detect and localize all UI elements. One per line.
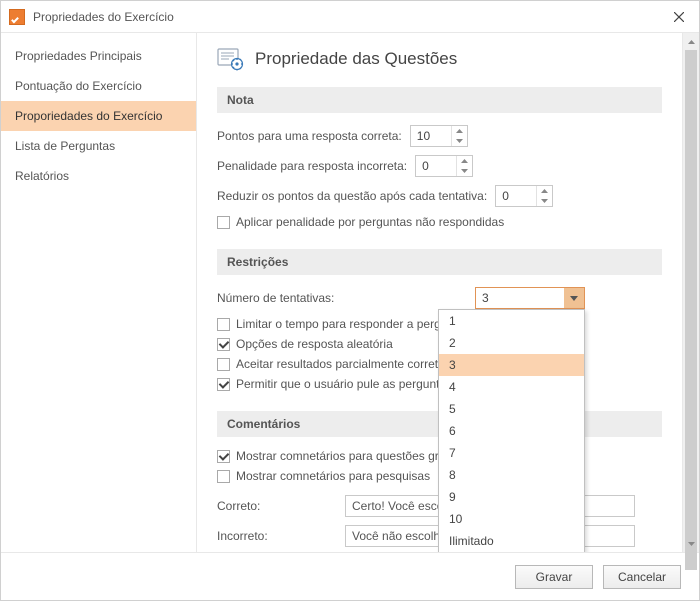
content-wrap: Propriedade das Questões Nota Pontos par… xyxy=(197,33,699,552)
attempts-option-8[interactable]: 8 xyxy=(439,464,584,486)
apply-penalty-label: Aplicar penalidade por perguntas não res… xyxy=(236,215,504,229)
correct-label: Correto: xyxy=(217,499,337,513)
scroll-thumb[interactable] xyxy=(685,50,697,570)
apply-penalty-row: Aplicar penalidade por perguntas não res… xyxy=(217,215,662,229)
penalty-spinner xyxy=(456,156,472,176)
points-input-wrap xyxy=(410,125,468,147)
reduce-spin-up[interactable] xyxy=(537,186,552,196)
partial-checkbox[interactable] xyxy=(217,358,230,371)
dialog-window: Propriedades do Exercício Propriedades P… xyxy=(0,0,700,601)
attempts-option-1[interactable]: 1 xyxy=(439,310,584,332)
incorrect-label: Incorreto: xyxy=(217,529,337,543)
penalty-spin-down[interactable] xyxy=(457,166,472,176)
close-icon xyxy=(674,12,684,22)
close-button[interactable] xyxy=(659,1,699,32)
reduce-spinner xyxy=(536,186,552,206)
content: Propriedade das Questões Nota Pontos par… xyxy=(197,33,682,552)
app-icon xyxy=(9,9,25,25)
attempts-option-unlimited[interactable]: Ilimitado xyxy=(439,530,584,552)
scroll-up-button[interactable] xyxy=(683,33,699,50)
sidebar-item-exercise-properties[interactable]: Proporiedades do Exercício xyxy=(1,101,196,131)
section-heading-nota: Nota xyxy=(217,87,662,113)
dialog-footer: Gravar Cancelar xyxy=(1,552,699,600)
attempts-option-5[interactable]: 5 xyxy=(439,398,584,420)
attempts-dropdown[interactable]: 3 xyxy=(475,287,585,309)
reduce-input-wrap xyxy=(495,185,553,207)
limit-time-label: Limitar o tempo para responder a pergunt… xyxy=(236,317,467,331)
attempts-option-4[interactable]: 4 xyxy=(439,376,584,398)
attempts-label: Número de tentativas: xyxy=(217,291,467,305)
penalty-label: Penalidade para resposta incorreta: xyxy=(217,159,407,173)
page-title: Propriedade das Questões xyxy=(255,49,457,69)
page-header-icon xyxy=(217,47,245,71)
field-points: Pontos para uma resposta correta: xyxy=(217,125,662,147)
penalty-input[interactable] xyxy=(416,156,456,176)
points-label: Pontos para uma resposta correta: xyxy=(217,129,402,143)
points-input[interactable] xyxy=(411,126,451,146)
cancel-button[interactable]: Cancelar xyxy=(603,565,681,589)
attempts-option-6[interactable]: 6 xyxy=(439,420,584,442)
random-label: Opções de resposta aleatória xyxy=(236,337,393,351)
attempts-dropdown-button[interactable] xyxy=(564,288,584,308)
attempts-dropdown-list: 1 2 3 4 5 6 7 8 9 10 Ilimitado xyxy=(438,309,585,552)
show-survey-checkbox[interactable] xyxy=(217,470,230,483)
reduce-label: Reduzir os pontos da questão após cada t… xyxy=(217,189,487,203)
save-button[interactable]: Gravar xyxy=(515,565,593,589)
scroll-down-button[interactable] xyxy=(683,535,699,552)
show-graded-checkbox[interactable] xyxy=(217,450,230,463)
reduce-input[interactable] xyxy=(496,186,536,206)
section-heading-restricoes: Restrições xyxy=(217,249,662,275)
attempts-option-7[interactable]: 7 xyxy=(439,442,584,464)
attempts-option-3[interactable]: 3 xyxy=(439,354,584,376)
limit-time-checkbox[interactable] xyxy=(217,318,230,331)
page-header: Propriedade das Questões xyxy=(217,47,662,71)
penalty-input-wrap xyxy=(415,155,473,177)
skip-checkbox[interactable] xyxy=(217,378,230,391)
sidebar-item-main-properties[interactable]: Propriedades Principais xyxy=(1,41,196,71)
sidebar: Propriedades Principais Pontuação do Exe… xyxy=(1,33,197,552)
titlebar: Propriedades do Exercício xyxy=(1,1,699,33)
field-attempts: Número de tentativas: 3 1 2 3 4 xyxy=(217,287,662,309)
points-spinner xyxy=(451,126,467,146)
attempts-option-9[interactable]: 9 xyxy=(439,486,584,508)
apply-penalty-checkbox[interactable] xyxy=(217,216,230,229)
random-checkbox[interactable] xyxy=(217,338,230,351)
partial-label: Aceitar resultados parcialmente corretos xyxy=(236,357,451,371)
sidebar-item-reports[interactable]: Relatórios xyxy=(1,161,196,191)
penalty-spin-up[interactable] xyxy=(457,156,472,166)
attempts-value: 3 xyxy=(476,288,564,308)
field-penalty: Penalidade para resposta incorreta: xyxy=(217,155,662,177)
sidebar-item-scoring[interactable]: Pontuação do Exercício xyxy=(1,71,196,101)
window-title: Propriedades do Exercício xyxy=(33,10,174,24)
field-reduce: Reduzir os pontos da questão após cada t… xyxy=(217,185,662,207)
vertical-scrollbar[interactable] xyxy=(682,33,699,552)
show-survey-label: Mostrar comnetários para pesquisas xyxy=(236,469,430,483)
dialog-body: Propriedades Principais Pontuação do Exe… xyxy=(1,33,699,552)
points-spin-down[interactable] xyxy=(452,136,467,146)
attempts-option-2[interactable]: 2 xyxy=(439,332,584,354)
sidebar-item-question-list[interactable]: Lista de Perguntas xyxy=(1,131,196,161)
points-spin-up[interactable] xyxy=(452,126,467,136)
reduce-spin-down[interactable] xyxy=(537,196,552,206)
chevron-down-icon xyxy=(570,296,578,301)
attempts-option-10[interactable]: 10 xyxy=(439,508,584,530)
